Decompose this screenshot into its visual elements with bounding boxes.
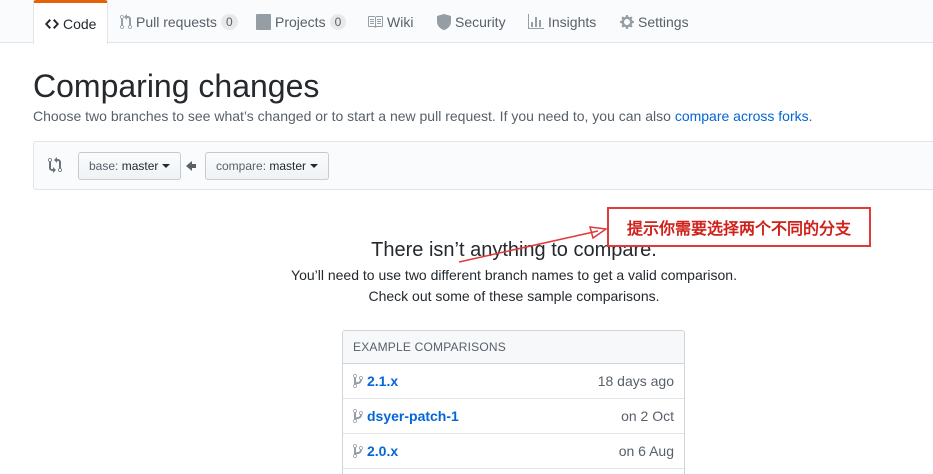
code-icon bbox=[45, 16, 59, 32]
triangle-down-icon bbox=[310, 164, 319, 168]
example-branch-name[interactable]: 2.1.x bbox=[367, 373, 398, 389]
git-branch-icon bbox=[353, 443, 363, 459]
tab-pull-requests-label: Pull requests bbox=[136, 13, 217, 30]
tab-code[interactable]: Code bbox=[33, 0, 109, 44]
project-icon bbox=[256, 13, 271, 30]
graph-icon bbox=[528, 13, 544, 30]
tab-settings[interactable]: Settings bbox=[620, 0, 689, 43]
example-comparisons-header: EXAMPLE COMPARISONS bbox=[343, 331, 684, 364]
projects-count: 0 bbox=[329, 13, 347, 30]
example-row[interactable]: 2.1.x 18 days ago bbox=[343, 364, 684, 399]
tab-insights-label: Insights bbox=[548, 13, 597, 30]
range-editor: base: master compare: master bbox=[33, 141, 933, 190]
tab-projects[interactable]: Projects 0 bbox=[256, 0, 347, 43]
base-branch-select[interactable]: base: master bbox=[78, 152, 182, 180]
compare-branch-select[interactable]: compare: master bbox=[205, 152, 330, 180]
tab-code-label: Code bbox=[63, 15, 97, 32]
book-icon bbox=[367, 14, 383, 30]
blankslate-hint: Check out some of these sample compariso… bbox=[368, 288, 660, 304]
base-branch-value: master bbox=[121, 159, 159, 173]
blankslate-message: You’ll need to use two different branch … bbox=[291, 267, 737, 283]
tab-pull-requests[interactable]: Pull requests 0 bbox=[120, 0, 238, 43]
shield-icon bbox=[437, 13, 451, 30]
annotation-callout: 提示你需要选择两个不同的分支 bbox=[607, 207, 871, 247]
subtitle-text: Choose two branches to see what’s change… bbox=[33, 108, 671, 124]
subtitle-end: . bbox=[808, 108, 813, 124]
example-timestamp: 18 days ago bbox=[597, 373, 674, 389]
gear-icon bbox=[620, 14, 634, 30]
page-subtitle: Choose two branches to see what’s change… bbox=[33, 108, 813, 124]
triangle-down-icon bbox=[162, 164, 171, 168]
tab-wiki[interactable]: Wiki bbox=[367, 0, 413, 43]
repo-nav: Code Pull requests 0 Projects 0 Wiki Sec… bbox=[0, 0, 933, 44]
example-timestamp: on 2 Oct bbox=[621, 408, 674, 424]
example-comparisons: EXAMPLE COMPARISONS 2.1.x 18 days ago ds… bbox=[342, 330, 685, 474]
pull-requests-count: 0 bbox=[220, 13, 238, 30]
tab-insights[interactable]: Insights bbox=[528, 0, 596, 43]
compare-branch-value: master bbox=[269, 159, 307, 173]
tab-security[interactable]: Security bbox=[437, 0, 506, 43]
arrow-left-icon bbox=[186, 158, 196, 174]
compare-prefix: compare: bbox=[216, 159, 267, 173]
tab-security-label: Security bbox=[455, 13, 506, 30]
git-compare-icon[interactable] bbox=[48, 157, 62, 173]
example-timestamp: on 6 Aug bbox=[618, 443, 674, 459]
base-prefix: base: bbox=[89, 159, 119, 173]
git-branch-icon bbox=[353, 408, 363, 424]
pull-request-icon bbox=[120, 13, 132, 30]
example-row[interactable]: 2.0.x on 6 Aug bbox=[343, 434, 684, 469]
git-branch-icon bbox=[353, 373, 363, 389]
compare-across-forks-link[interactable]: compare across forks bbox=[675, 108, 809, 124]
tab-settings-label: Settings bbox=[638, 13, 689, 30]
example-row[interactable]: dsyer-patch-1 on 2 Oct bbox=[343, 399, 684, 434]
page-title: Comparing changes bbox=[33, 68, 320, 104]
example-branch-name[interactable]: dsyer-patch-1 bbox=[367, 408, 459, 424]
tab-projects-label: Projects bbox=[275, 13, 326, 30]
example-branch-name[interactable]: 2.0.x bbox=[367, 443, 398, 459]
tab-wiki-label: Wiki bbox=[387, 13, 414, 30]
